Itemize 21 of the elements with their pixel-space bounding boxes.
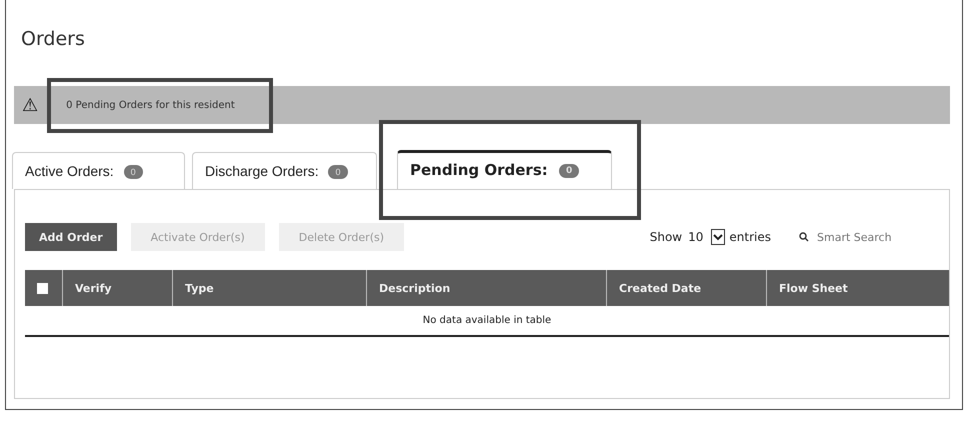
page-title: Orders xyxy=(20,27,86,52)
column-header: Description xyxy=(367,270,607,306)
count-badge: 0 xyxy=(558,164,580,178)
entries-label: entries xyxy=(729,230,771,244)
orders-tab[interactable]: Discharge Orders: 0 xyxy=(192,152,377,189)
column-header: Type xyxy=(173,270,367,306)
orders-tab[interactable]: Pending Orders: 0 xyxy=(397,150,612,189)
column-header: Flow Sheet xyxy=(778,280,849,296)
alert-message: 0 Pending Orders for this resident xyxy=(66,100,235,110)
count-badge: 0 xyxy=(328,165,348,179)
show-label: Show xyxy=(650,230,682,244)
column-header: Created Date xyxy=(607,270,767,306)
page-size-select[interactable]: 10 xyxy=(688,229,726,245)
orders-tab[interactable]: Active Orders: 0 xyxy=(12,152,185,189)
column-header: Verify xyxy=(63,270,173,306)
select-all-checkbox[interactable] xyxy=(37,282,48,294)
warning-icon: ⚠ xyxy=(22,94,38,116)
search-icon xyxy=(799,232,809,242)
toolbar-button[interactable]: Add Order xyxy=(25,223,117,251)
count-badge: 0 xyxy=(124,165,143,179)
empty-table-message: No data available in table xyxy=(25,306,949,337)
